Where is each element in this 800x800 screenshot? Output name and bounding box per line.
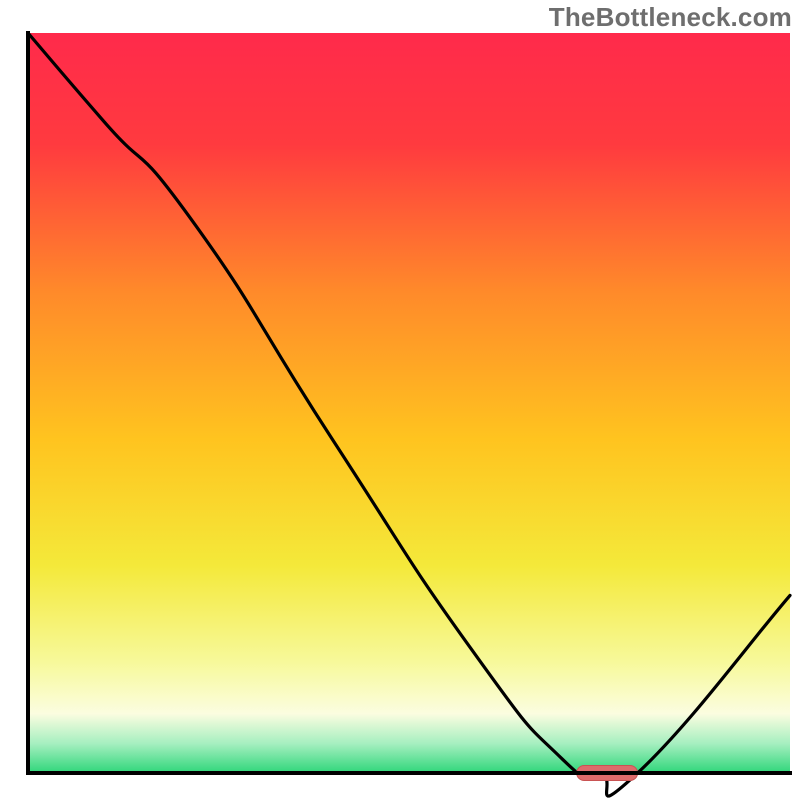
chart-container: TheBottleneck.com bbox=[0, 0, 800, 800]
bottleneck-chart bbox=[0, 0, 800, 800]
watermark-text: TheBottleneck.com bbox=[549, 2, 792, 33]
plot-background bbox=[28, 33, 790, 773]
